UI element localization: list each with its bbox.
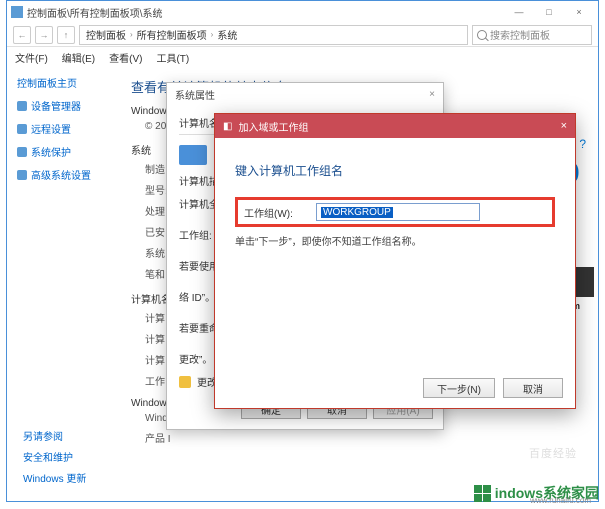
close-icon[interactable]: × xyxy=(561,120,567,132)
sidebar-header[interactable]: 控制面板主页 xyxy=(17,75,107,90)
menu-view[interactable]: 查看(V) xyxy=(109,50,142,65)
computer-icon xyxy=(179,145,207,165)
dialog-title: 系统属性 xyxy=(175,87,215,102)
breadcrumb-item[interactable]: 系统 xyxy=(217,27,237,42)
faint-watermark: 百度经验 xyxy=(529,445,577,461)
sidebar-footer-item[interactable]: Windows 更新 xyxy=(23,470,86,485)
workgroup-label: 工作组(W): xyxy=(244,205,300,220)
highlighted-field: 工作组(W): WORKGROUP xyxy=(235,197,555,227)
menubar: 文件(F) 编辑(E) 查看(V) 工具(T) xyxy=(7,47,598,67)
dialog-titlebar: 系统属性 × xyxy=(167,83,443,105)
shield-icon xyxy=(179,376,191,388)
breadcrumb-item[interactable]: 所有控制面板项 xyxy=(137,27,207,42)
breadcrumb-sep: › xyxy=(130,30,133,39)
shield-icon xyxy=(17,124,27,134)
sidebar-footer: 另请参阅 安全和维护 Windows 更新 xyxy=(23,428,86,485)
close-button[interactable]: × xyxy=(564,3,594,21)
content-text: 产品 I xyxy=(145,430,584,445)
sidebar-item-label: 远程设置 xyxy=(31,121,71,136)
shield-icon xyxy=(17,101,27,111)
nav-up-button[interactable]: ↑ xyxy=(57,26,75,44)
sidebar-item-protection[interactable]: 系统保护 xyxy=(17,144,107,159)
dialog-heading: 键入计算机工作组名 xyxy=(235,162,555,179)
nav-forward-button[interactable]: → xyxy=(35,26,53,44)
help-icon[interactable]: ? xyxy=(579,137,586,151)
sidebar-item-remote[interactable]: 远程设置 xyxy=(17,121,107,136)
sidebar-item-advanced[interactable]: 高级系统设置 xyxy=(17,167,107,182)
next-button[interactable]: 下一步(N) xyxy=(423,378,495,398)
address-bar: ← → ↑ 控制面板 › 所有控制面板项 › 系统 搜索控制面板 xyxy=(7,23,598,47)
breadcrumb[interactable]: 控制面板 › 所有控制面板项 › 系统 xyxy=(79,25,468,45)
shield-icon xyxy=(17,147,27,157)
close-icon[interactable]: × xyxy=(429,89,435,100)
sidebar-item-device-mgr[interactable]: 设备管理器 xyxy=(17,98,107,113)
search-placeholder: 搜索控制面板 xyxy=(490,27,550,42)
minimize-button[interactable]: — xyxy=(504,3,534,21)
sidebar-item-label: 设备管理器 xyxy=(31,98,81,113)
sidebar-item-label: 系统保护 xyxy=(31,144,71,159)
hint-text: 单击“下一步”，即使你不知道工作组名称。 xyxy=(235,233,555,248)
maximize-button[interactable]: □ xyxy=(534,3,564,21)
dialog-title: 加入域或工作组 xyxy=(238,119,308,134)
menu-edit[interactable]: 编辑(E) xyxy=(62,50,95,65)
sidebar-item-label: 高级系统设置 xyxy=(31,167,91,182)
shield-icon xyxy=(17,170,27,180)
window-icon xyxy=(11,6,23,18)
sidebar: 控制面板主页 设备管理器 远程设置 系统保护 高级系统设置 另请参阅 安全和维护… xyxy=(7,67,117,501)
join-workgroup-dialog: ◧ 加入域或工作组 × 键入计算机工作组名 工作组(W): WORKGROUP … xyxy=(214,113,576,409)
workgroup-input[interactable]: WORKGROUP xyxy=(316,203,480,221)
window-title: 控制面板\所有控制面板项\系统 xyxy=(27,5,163,20)
search-input[interactable]: 搜索控制面板 xyxy=(472,25,592,45)
cancel-button[interactable]: 取消 xyxy=(503,378,563,398)
windows-logo-icon xyxy=(474,485,491,502)
search-icon xyxy=(477,30,487,40)
dialog-titlebar: ◧ 加入域或工作组 × xyxy=(215,114,575,138)
titlebar: 控制面板\所有控制面板项\系统 — □ × xyxy=(7,1,598,23)
sidebar-footer-item: 另请参阅 xyxy=(23,428,86,443)
network-icon: ◧ xyxy=(223,121,232,132)
sidebar-footer-item[interactable]: 安全和维护 xyxy=(23,449,86,464)
breadcrumb-item[interactable]: 控制面板 xyxy=(86,27,126,42)
menu-tools[interactable]: 工具(T) xyxy=(156,50,189,65)
watermark-url: www.ruhaifu.com xyxy=(530,496,591,505)
menu-file[interactable]: 文件(F) xyxy=(15,50,48,65)
breadcrumb-sep: › xyxy=(211,30,214,39)
workgroup-value: WORKGROUP xyxy=(321,207,393,218)
nav-back-button[interactable]: ← xyxy=(13,26,31,44)
site-watermark: indows系统家园 www.ruhaifu.com xyxy=(474,483,599,503)
